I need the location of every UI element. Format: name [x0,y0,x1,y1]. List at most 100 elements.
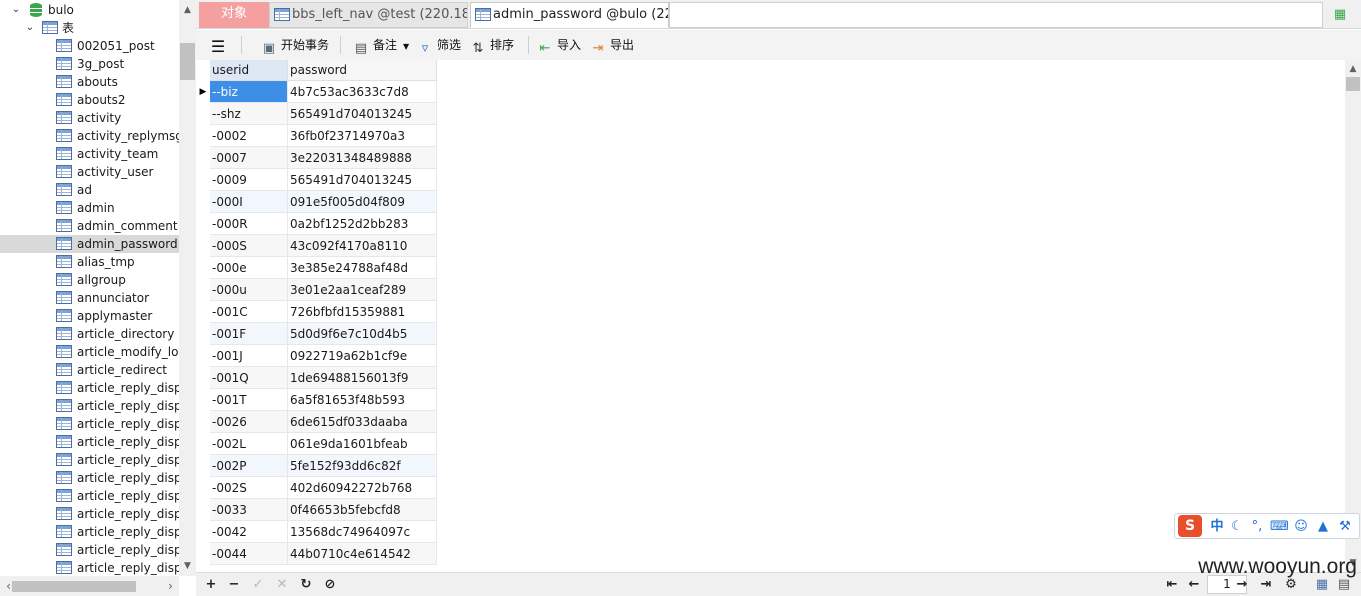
cell-userid[interactable]: -001F [210,323,288,345]
tree-table-item[interactable]: activity_team [0,145,179,163]
delete-record-icon[interactable]: − [225,576,243,594]
scroll-up-icon[interactable]: ▲ [1345,61,1361,77]
cell-password[interactable]: 1de69488156013f9 [288,367,437,389]
cell-password[interactable]: 6a5f81653f48b593 [288,389,437,411]
tree-table-item[interactable]: activity [0,109,179,127]
export-button[interactable]: ⇥ 导出 [590,35,634,56]
row-selector[interactable] [196,367,210,389]
cell-userid[interactable]: -001J [210,345,288,367]
table-row[interactable]: -0044 44b0710c4e614542 [196,543,437,565]
tree-table-item[interactable]: article_reply_displ [0,433,179,451]
tree-table-item[interactable]: admin [0,199,179,217]
tree-table-item[interactable]: 3g_post [0,55,179,73]
tree-vertical-scrollbar[interactable]: ▲ ▼ [179,0,196,576]
table-row[interactable]: -0033 0f46653b5febcfd8 [196,499,437,521]
filter-button[interactable]: ▿ 筛选 [417,35,461,56]
tree-table-item[interactable]: article_modify_log [0,343,179,361]
table-row[interactable]: -000u 3e01e2aa1ceaf289 [196,279,437,301]
cell-password[interactable]: 5fe152f93dd6c82f [288,455,437,477]
table-row[interactable]: -000e 3e385e24788af48d [196,257,437,279]
scroll-up-icon[interactable]: ▲ [179,2,196,19]
scroll-down-icon[interactable]: ▼ [179,558,196,575]
moon-icon[interactable]: ☾ [1228,518,1246,536]
row-selector[interactable] [196,521,210,543]
current-row-indicator-icon[interactable]: ▶ [196,81,210,103]
tree-table-item[interactable]: ad [0,181,179,199]
row-selector[interactable] [196,169,210,191]
cell-userid[interactable]: -002L [210,433,288,455]
cell-password[interactable]: 402d60942272b768 [288,477,437,499]
cell-password[interactable]: 091e5f005d04f809 [288,191,437,213]
cell-password[interactable]: 6de615df033daaba [288,411,437,433]
table-row[interactable]: -001F 5d0d9f6e7c10d4b5 [196,323,437,345]
cell-password[interactable]: 0f46653b5febcfd8 [288,499,437,521]
row-selector[interactable] [196,279,210,301]
tree-table-item[interactable]: allgroup [0,271,179,289]
cell-password[interactable]: 565491d704013245 [288,169,437,191]
tree-table-item[interactable]: applymaster [0,307,179,325]
refresh-icon[interactable]: ↻ [297,576,315,594]
tree-table-item[interactable]: article_reply_displ [0,559,179,576]
table-row[interactable]: -001C 726bfbfd15359881 [196,301,437,323]
tree-node-tables[interactable]: ⌄ 表 [0,19,179,37]
row-selector[interactable] [196,213,210,235]
table-row[interactable]: -000S 43c092f4170a8110 [196,235,437,257]
table-row[interactable]: -002L 061e9da1601bfeab [196,433,437,455]
cell-userid[interactable]: -0042 [210,521,288,543]
cell-userid[interactable]: -0007 [210,147,288,169]
cell-password[interactable]: 061e9da1601bfeab [288,433,437,455]
row-selector[interactable] [196,235,210,257]
row-selector[interactable] [196,147,210,169]
row-selector[interactable] [196,125,210,147]
menu-button[interactable]: ☰ [210,35,230,55]
tree-table-item[interactable]: 002051_post [0,37,179,55]
scroll-right-icon[interactable]: › [162,576,179,596]
wrench-icon[interactable]: ⚒ [1336,518,1354,536]
sort-button[interactable]: ⇅ 排序 [470,35,514,56]
add-record-icon[interactable]: + [202,576,220,594]
row-selector[interactable] [196,103,210,125]
cell-userid[interactable]: --shz [210,103,288,125]
tab-bbs-left-nav[interactable]: bbs_left_nav @test (220.181.... [269,2,468,28]
cell-userid[interactable]: -0026 [210,411,288,433]
cell-password[interactable]: 565491d704013245 [288,103,437,125]
cell-userid[interactable]: --biz [210,81,288,103]
cell-password[interactable]: 3e01e2aa1ceaf289 [288,279,437,301]
cell-password[interactable]: 5d0d9f6e7c10d4b5 [288,323,437,345]
table-row[interactable]: -002S 402d60942272b768 [196,477,437,499]
cell-userid[interactable]: -002S [210,477,288,499]
row-selector[interactable] [196,411,210,433]
tree-table-item[interactable]: abouts [0,73,179,91]
row-selector[interactable] [196,301,210,323]
tree-table-item[interactable]: article_reply_displ [0,451,179,469]
cell-userid[interactable]: -001C [210,301,288,323]
import-button[interactable]: ⇤ 导入 [537,35,581,56]
table-row[interactable]: -0007 3e22031348489888 [196,147,437,169]
tree-table-item[interactable]: article_reply_displ [0,415,179,433]
apply-changes-icon[interactable]: ✓ [249,576,267,594]
tree-table-item[interactable]: article_reply_displ [0,469,179,487]
tree-table-item[interactable]: article_reply_displ [0,541,179,559]
tree-table-item[interactable]: article_reply_displ [0,397,179,415]
keyboard-icon[interactable]: ⌨ [1270,518,1289,536]
discard-changes-icon[interactable]: ✕ [273,576,291,594]
cell-userid[interactable]: -000S [210,235,288,257]
cell-password[interactable]: 13568dc74964097c [288,521,437,543]
row-selector[interactable] [196,455,210,477]
row-selector[interactable] [196,257,210,279]
table-row[interactable]: --shz 565491d704013245 [196,103,437,125]
column-header-password[interactable]: password [288,60,437,81]
cell-userid[interactable]: -000e [210,257,288,279]
table-row[interactable]: -001J 0922719a62b1cf9e [196,345,437,367]
tree-table-item[interactable]: alias_tmp [0,253,179,271]
tree-table-item[interactable]: article_reply_displ [0,379,179,397]
cell-userid[interactable]: -002P [210,455,288,477]
tree-table-item[interactable]: article_directory [0,325,179,343]
cell-userid[interactable]: -000I [210,191,288,213]
sogou-logo[interactable]: S [1178,515,1202,537]
stop-icon[interactable]: ⊘ [321,576,339,594]
row-selector[interactable] [196,543,210,565]
table-row[interactable]: -0042 13568dc74964097c [196,521,437,543]
tree-table-item[interactable]: annunciator [0,289,179,307]
table-row[interactable]: -002P 5fe152f93dd6c82f [196,455,437,477]
